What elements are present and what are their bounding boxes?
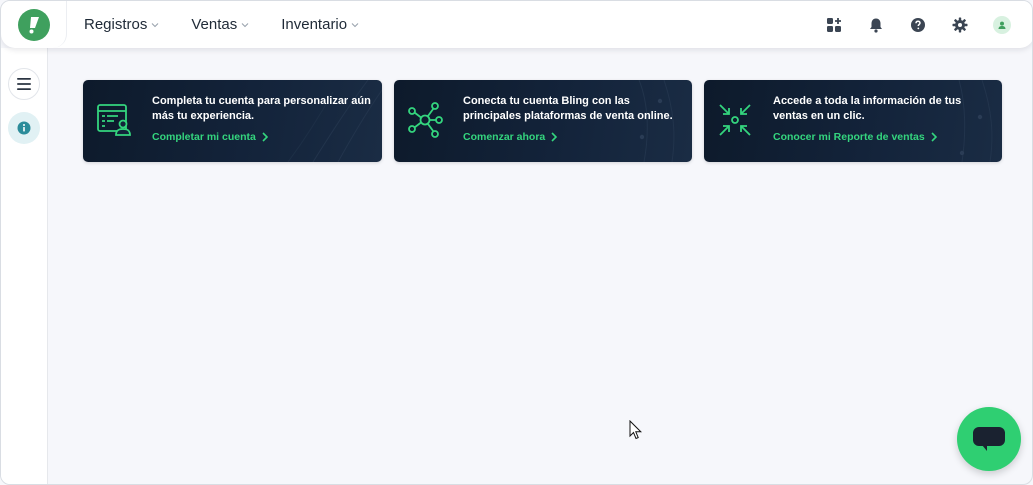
chat-support-button[interactable] (957, 407, 1021, 471)
nav-ventas[interactable]: Ventas (191, 16, 249, 33)
cta-label: Completar mi cuenta (152, 131, 256, 143)
card-title: Conecta tu cuenta Bling con las principa… (463, 95, 673, 122)
top-navbar: Registros Ventas Inventario (1, 1, 1032, 48)
card-connect-platforms[interactable]: Conecta tu cuenta Bling con las principa… (394, 80, 692, 162)
chevron-down-icon (151, 22, 159, 28)
nav-registros[interactable]: Registros (84, 16, 159, 33)
help-icon[interactable] (908, 15, 928, 35)
header-actions (802, 1, 1012, 48)
app-window: Registros Ventas Inventario Completa tu … (0, 0, 1033, 485)
start-now-link[interactable]: Comenzar ahora (463, 131, 558, 143)
info-button[interactable] (8, 112, 40, 144)
chevron-down-icon (351, 22, 359, 28)
cta-label: Comenzar ahora (463, 131, 546, 143)
left-rail (1, 48, 48, 484)
onboarding-cards: Completa tu cuenta para personalizar aún… (83, 80, 1002, 162)
chat-bubble-icon (973, 427, 1005, 451)
card-title: Accede a toda la información de tus vent… (773, 95, 962, 122)
chevron-down-icon (241, 22, 249, 28)
card-complete-account[interactable]: Completa tu cuenta para personalizar aún… (83, 80, 382, 162)
menu-toggle-button[interactable] (8, 68, 40, 100)
sales-report-link[interactable]: Conocer mi Reporte de ventas (773, 131, 937, 143)
mouse-cursor-icon (629, 420, 643, 440)
collapse-arrows-icon (719, 104, 751, 136)
hamburger-icon (17, 78, 31, 90)
nav-inventario-label: Inventario (281, 16, 348, 33)
bell-icon[interactable] (866, 15, 886, 35)
nav-ventas-label: Ventas (191, 16, 238, 33)
avatar[interactable] (992, 15, 1012, 35)
nav-registros-label: Registros (84, 16, 148, 33)
chevron-right-icon (262, 132, 268, 142)
complete-account-link[interactable]: Completar mi cuenta (152, 131, 268, 143)
apps-icon[interactable] (824, 15, 844, 35)
network-hub-icon (408, 102, 443, 138)
account-form-icon (97, 104, 131, 136)
card-sales-report[interactable]: Accede a toda la información de tus vent… (704, 80, 1002, 162)
info-icon (17, 121, 31, 135)
gear-icon[interactable] (950, 15, 970, 35)
brand-logo-icon[interactable] (17, 8, 50, 41)
card-title: Completa tu cuenta para personalizar aún… (152, 95, 371, 122)
nav-inventario[interactable]: Inventario (281, 16, 359, 33)
logo-area[interactable] (1, 1, 67, 48)
cta-label: Conocer mi Reporte de ventas (773, 131, 925, 143)
main-nav: Registros Ventas Inventario (84, 16, 391, 33)
chevron-right-icon (931, 132, 937, 142)
chevron-right-icon (551, 132, 558, 142)
avatar-icon (993, 15, 1011, 34)
